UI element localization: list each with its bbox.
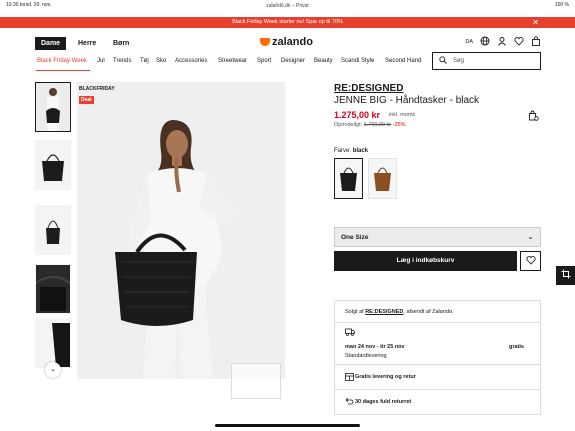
color-label: Farve: black bbox=[334, 148, 368, 154]
crop-icon bbox=[561, 269, 571, 280]
zalando-logo-icon bbox=[260, 38, 270, 46]
discount-value: -25% bbox=[392, 122, 406, 128]
nav-item-streetwear[interactable]: Streetwear bbox=[218, 58, 247, 64]
color-value: black bbox=[352, 148, 369, 154]
color-swatch-brown[interactable] bbox=[368, 158, 397, 199]
nav-item-jul[interactable]: Jul bbox=[97, 58, 105, 64]
vat-note: inkl. moms bbox=[389, 112, 416, 118]
free-shipping-row: Gratis levering og retur bbox=[335, 365, 540, 390]
sold-by-suffix: , afsendt af Zalando. bbox=[403, 309, 454, 315]
seller-link[interactable]: RE:DESIGNED bbox=[365, 309, 403, 315]
free-shipping-text: Gratis levering og retur bbox=[355, 374, 416, 380]
delivery-price: gratis bbox=[509, 344, 524, 350]
search-icon bbox=[439, 56, 447, 66]
search-input[interactable]: Søg bbox=[432, 52, 541, 70]
original-price: Oprindeligt: 1.700,00 kr -25% bbox=[334, 122, 406, 128]
chevron-down-icon: ⌄ bbox=[527, 232, 534, 241]
home-indicator[interactable] bbox=[215, 424, 360, 427]
nav-item-designer[interactable]: Designer bbox=[281, 58, 305, 64]
delivery-type: Standardlevering bbox=[345, 353, 387, 359]
language-selector[interactable]: DA bbox=[465, 39, 473, 45]
gender-tab-herre[interactable]: Herre bbox=[72, 37, 102, 50]
seller-text: Solgt af RE:DESIGNED, afsendt af Zalando… bbox=[345, 309, 454, 315]
nav-item-trends[interactable]: Trends bbox=[113, 58, 131, 64]
nav-active-underline bbox=[36, 70, 90, 71]
picture-in-picture-window[interactable] bbox=[231, 363, 281, 399]
side-tool-tab[interactable] bbox=[556, 266, 575, 285]
add-to-cart-button[interactable]: Læg i indkøbskurv bbox=[334, 251, 517, 271]
thumbnail-1[interactable] bbox=[35, 82, 71, 132]
heart-icon bbox=[525, 256, 536, 267]
product-name: JENNE BIG - Håndtasker - black bbox=[334, 95, 480, 106]
deal-badge: Deal bbox=[79, 96, 94, 104]
multitask-dots[interactable]: • • • bbox=[271, 1, 284, 7]
color-label-text: Farve: bbox=[334, 148, 352, 154]
nav-item-beauty[interactable]: Beauty bbox=[314, 58, 333, 64]
black-friday-badge: BLACKFRIDAY bbox=[79, 86, 115, 92]
header-icons: DA bbox=[465, 36, 541, 48]
thumbnail-5[interactable] bbox=[35, 318, 71, 368]
wishlist-button[interactable] bbox=[520, 251, 541, 271]
zalando-logo[interactable]: zalando bbox=[260, 36, 313, 48]
delivery-dates: man 24 nov - tir 25 nov bbox=[345, 344, 405, 350]
return-arrow-icon bbox=[345, 397, 354, 407]
nav-item-scandi-style[interactable]: Scandi Style bbox=[341, 58, 374, 64]
package-icon bbox=[345, 373, 354, 383]
sold-by-prefix: Solgt af bbox=[345, 309, 364, 315]
size-select[interactable]: One Size ⌄ bbox=[334, 227, 541, 247]
nav-item-second-hand[interactable]: Second Hand bbox=[385, 58, 421, 64]
model-illustration bbox=[77, 82, 285, 379]
seller-row: Solgt af RE:DESIGNED, afsendt af Zalando… bbox=[335, 301, 540, 323]
url-bar[interactable]: zalando.dk – Privat bbox=[0, 3, 575, 9]
product-brand-link[interactable]: RE:DESIGNED bbox=[334, 83, 403, 94]
product-price: 1.275,00 kr bbox=[334, 110, 381, 120]
promo-text: Black Friday Week starter nu! Spar op ti… bbox=[232, 19, 343, 25]
gender-tab-dame[interactable]: Dame bbox=[35, 37, 67, 50]
thumbnail-2[interactable] bbox=[35, 140, 71, 190]
status-bar: 10.30 torsd. 20. nov. zalando.dk – Priva… bbox=[0, 0, 575, 10]
returns-row: 30 dages fuld returret bbox=[335, 390, 540, 414]
original-price-value: 1.700,00 kr bbox=[363, 122, 392, 128]
promo-banner[interactable]: Black Friday Week starter nu! Spar op ti… bbox=[0, 17, 575, 28]
nav-item-black-friday[interactable]: Black Friday Week bbox=[37, 58, 87, 64]
main-product-image[interactable]: BLACKFRIDAY Deal bbox=[77, 82, 285, 379]
bag-icon[interactable] bbox=[531, 36, 541, 48]
gender-tab-born[interactable]: Børn bbox=[107, 37, 135, 50]
size-select-value: One Size bbox=[341, 234, 369, 241]
chevron-down-icon: ⌄ bbox=[50, 366, 56, 373]
site-header: Dame Herre Børn zalando DA bbox=[0, 28, 575, 54]
thumbnail-3[interactable] bbox=[35, 205, 71, 255]
shipping-info-box: Solgt af RE:DESIGNED, afsendt af Zalando… bbox=[334, 300, 541, 415]
search-placeholder: Søg bbox=[453, 58, 465, 64]
user-icon[interactable] bbox=[497, 36, 507, 48]
color-swatch-black[interactable] bbox=[334, 158, 363, 199]
original-price-label: Oprindeligt: bbox=[334, 122, 363, 128]
globe-icon[interactable] bbox=[480, 36, 490, 48]
nav-item-toj[interactable]: Tøj bbox=[140, 58, 149, 64]
thumbnail-scroll-down-button[interactable]: ⌄ bbox=[45, 362, 61, 378]
promo-close-button[interactable]: ✕ bbox=[532, 17, 539, 28]
truck-icon bbox=[345, 328, 355, 338]
returns-text: 30 dages fuld returret bbox=[355, 399, 412, 405]
nav-item-accessories[interactable]: Accessories bbox=[175, 58, 207, 64]
logo-text: zalando bbox=[272, 36, 313, 48]
bag-settings-icon[interactable] bbox=[528, 110, 539, 123]
thumbnail-4[interactable] bbox=[35, 264, 71, 314]
heart-icon[interactable] bbox=[514, 36, 524, 48]
nav-item-sport[interactable]: Sport bbox=[257, 58, 271, 64]
nav-item-sko[interactable]: Sko bbox=[156, 58, 166, 64]
battery-status: 100 % bbox=[554, 2, 569, 8]
